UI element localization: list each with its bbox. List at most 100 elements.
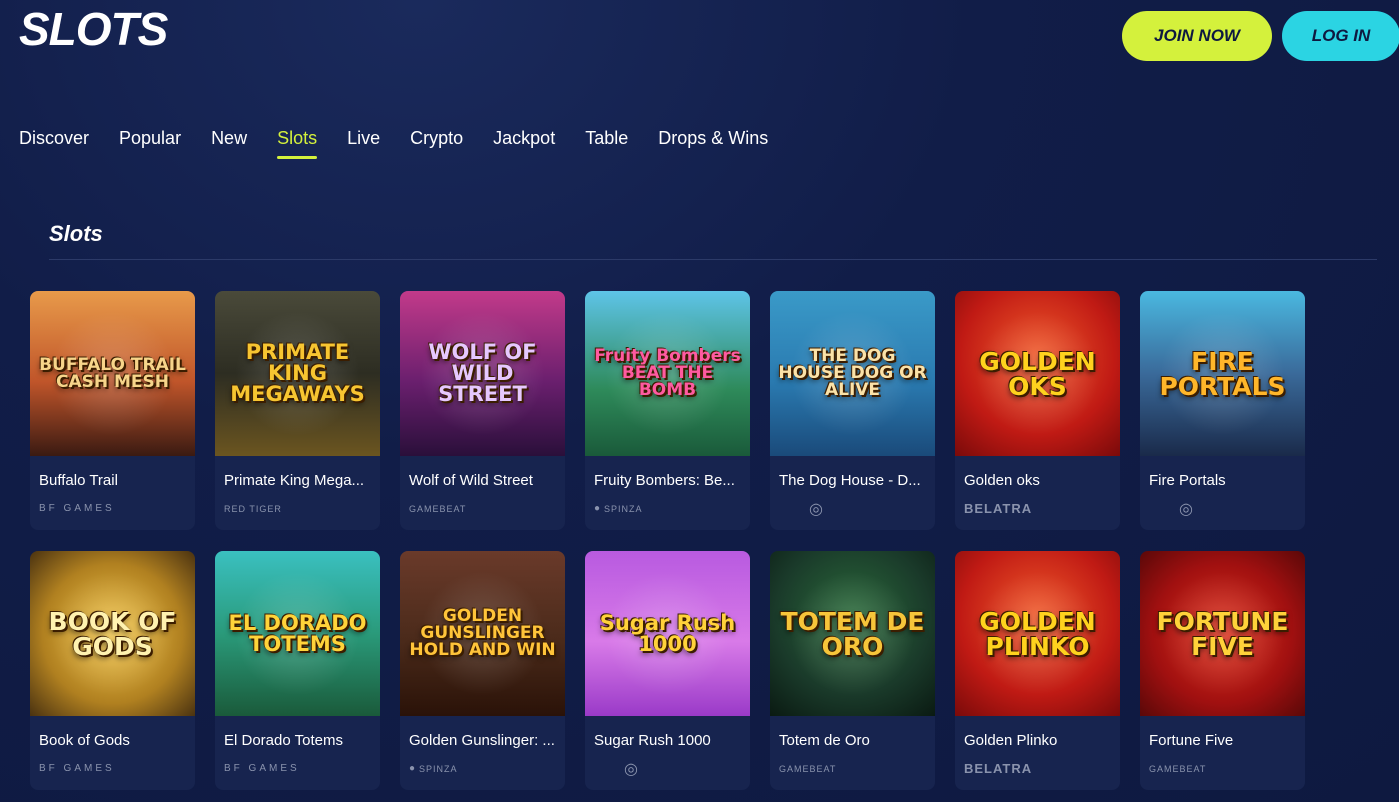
game-thumbnail[interactable]: EL DORADO TOTEMS [215,551,380,716]
game-title: Wolf of Wild Street [409,472,533,489]
game-card[interactable]: BUFFALO TRAIL CASH MESH Buffalo Trail BF G… [30,291,195,530]
provider-logo: ● SPINZA [585,489,750,515]
tab-crypto[interactable]: Crypto [410,128,463,159]
game-thumbnail[interactable]: THE DOG HOUSE DOG OR ALIVE [770,291,935,456]
game-thumbnail[interactable]: BOOK OF GODS [30,551,195,716]
game-art-title: GOLDEN OKS [979,346,1096,401]
game-card[interactable]: GOLDEN GUNSLINGER HOLD AND WIN Golden Gun… [400,551,565,790]
game-title: Fire Portals [1149,472,1226,489]
tab-drops-wins[interactable]: Drops & Wins [658,128,768,159]
game-thumbnail[interactable]: BUFFALO TRAIL CASH MESH [30,291,195,456]
provider-name: BELATRA [964,501,1033,516]
provider-name: RED TIGER [224,503,282,514]
game-title: Fruity Bombers: Be... [594,472,735,489]
log-in-button[interactable]: LOG IN [1282,11,1399,61]
game-art-title: PRIMATE KING MEGAWAYS [230,340,365,406]
tab-new[interactable]: New [211,128,247,159]
provider-name: GAMEBEAT [1149,763,1207,774]
game-card[interactable]: EL DORADO TOTEMS El Dorado Totems BF GAMES [215,551,380,790]
game-card[interactable]: FORTUNE FIVE Fortune Five GAMEBEAT [1140,551,1305,790]
provider-logo: BELATRA [955,489,1120,516]
game-art-title: GOLDEN GUNSLINGER HOLD AND WIN [409,606,556,660]
game-thumbnail[interactable]: GOLDEN OKS [955,291,1120,456]
game-art-title: FORTUNE FIVE [1156,606,1289,661]
game-card[interactable]: BOOK OF GODS Book of Gods BF GAMES [30,551,195,790]
spinza-icon: ● [409,763,417,774]
game-title: Golden Gunslinger: ... [409,732,555,749]
game-thumbnail[interactable]: FORTUNE FIVE [1140,551,1305,716]
provider-name: BF GAMES [39,503,115,514]
category-nav: Discover Popular New Slots Live Crypto Jackpot… [19,128,768,159]
provider-logo: GAMEBEAT [400,489,565,515]
game-art-title: EL DORADO TOTEMS [228,610,367,656]
pragmatic-play-icon: ◎ [624,760,639,778]
game-art-title: Fruity Bombers BEAT THE BOMB [594,346,741,400]
tab-live[interactable]: Live [347,128,380,159]
tab-popular[interactable]: Popular [119,128,181,159]
game-title: Fortune Five [1149,732,1234,749]
tab-table[interactable]: Table [585,128,628,159]
game-art-title: BOOK OF GODS [48,606,177,661]
game-thumbnail[interactable]: Fruity Bombers BEAT THE BOMB [585,291,750,456]
game-title: Book of Gods [39,732,130,749]
provider-logo: ◎ [1140,489,1305,518]
section-divider [49,259,1377,260]
game-thumbnail[interactable]: PRIMATE KING MEGAWAYS [215,291,380,456]
provider-name: GAMEBEAT [409,503,467,514]
provider-name: SPINZA [604,503,643,514]
game-title: El Dorado Totems [224,732,343,749]
game-art-title: TOTEM DE ORO [780,606,925,661]
game-card[interactable]: Sugar Rush 1000 Sugar Rush 1000 ◎ [585,551,750,790]
game-title: Primate King Mega... [224,472,365,489]
game-thumbnail[interactable]: TOTEM DE ORO [770,551,935,716]
game-card[interactable]: GOLDEN PLINKO Golden Plinko BELATRA [955,551,1120,790]
game-card[interactable]: FIRE PORTALS Fire Portals ◎ [1140,291,1305,530]
game-thumbnail[interactable]: FIRE PORTALS [1140,291,1305,456]
game-art-title: BUFFALO TRAIL CASH MESH [39,354,186,392]
game-card[interactable]: WOLF OF WILD STREET Wolf of Wild Street GA… [400,291,565,530]
game-title: Buffalo Trail [39,472,118,489]
provider-name: BELATRA [964,761,1033,776]
section-title: Slots [49,221,103,246]
game-card[interactable]: PRIMATE KING MEGAWAYS Primate King Mega..… [215,291,380,530]
provider-logo: BELATRA [955,749,1120,776]
provider-logo: GAMEBEAT [770,749,935,775]
provider-logo: GAMEBEAT [1140,749,1305,775]
game-art-title: GOLDEN PLINKO [979,606,1096,661]
game-thumbnail[interactable]: Sugar Rush 1000 [585,551,750,716]
tab-slots[interactable]: Slots [277,128,318,159]
game-card[interactable]: TOTEM DE ORO Totem de Oro GAMEBEAT [770,551,935,790]
game-thumbnail[interactable]: GOLDEN GUNSLINGER HOLD AND WIN [400,551,565,716]
game-grid: BUFFALO TRAIL CASH MESH Buffalo Trail BF G… [30,291,1305,790]
provider-logo: ◎ [770,489,935,518]
game-thumbnail[interactable]: GOLDEN PLINKO [955,551,1120,716]
provider-logo: BF GAMES [30,749,195,775]
game-title: Golden oks [964,472,1040,489]
pragmatic-play-icon: ◎ [1179,500,1194,518]
game-art-title: FIRE PORTALS [1159,346,1286,401]
game-title: Sugar Rush 1000 [594,732,711,749]
provider-name: BF GAMES [39,763,115,774]
game-title: Totem de Oro [779,732,870,749]
provider-name: GAMEBEAT [779,763,837,774]
tab-discover[interactable]: Discover [19,128,89,159]
game-title: Golden Plinko [964,732,1058,749]
tab-jackpot[interactable]: Jackpot [493,128,555,159]
provider-logo: ◎ [585,749,750,778]
site-logo[interactable]: SLOTS [19,2,168,56]
provider-logo: ● SPINZA [400,749,565,775]
game-art-title: WOLF OF WILD STREET [428,340,537,406]
game-title: The Dog House - D... [779,472,921,489]
provider-name: SPINZA [419,763,458,774]
game-card[interactable]: GOLDEN OKS Golden oks BELATRA [955,291,1120,530]
provider-name: BF GAMES [224,763,300,774]
game-card[interactable]: Fruity Bombers BEAT THE BOMB Fruity Bombe… [585,291,750,530]
provider-logo: BF GAMES [215,749,380,775]
page: SLOTS JOIN NOW LOG IN Discover Popular New… [0,0,1399,802]
game-thumbnail[interactable]: WOLF OF WILD STREET [400,291,565,456]
join-now-button[interactable]: JOIN NOW [1122,11,1272,61]
game-art-title: THE DOG HOUSE DOG OR ALIVE [778,346,927,400]
game-art-title: Sugar Rush 1000 [599,610,736,656]
game-card[interactable]: THE DOG HOUSE DOG OR ALIVE The Dog House … [770,291,935,530]
provider-logo: BF GAMES [30,489,195,515]
